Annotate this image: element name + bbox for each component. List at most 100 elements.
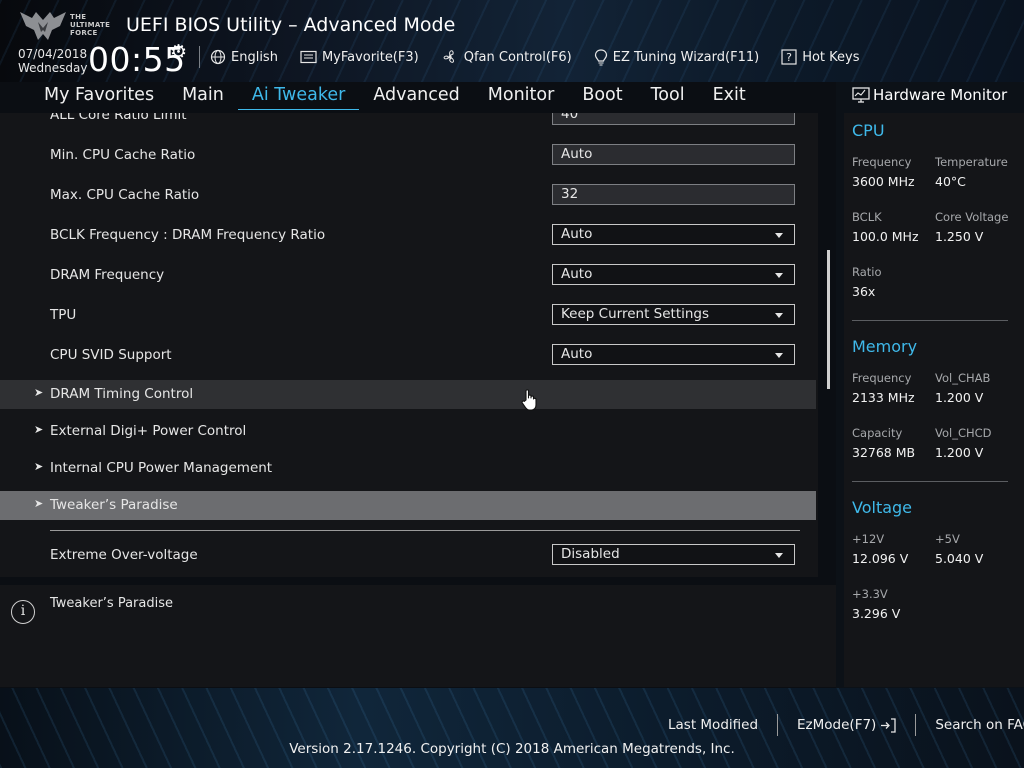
hand-cursor-icon	[519, 387, 543, 417]
submenu-internal-cpu-power-management[interactable]: ➤ Internal CPU Power Management	[0, 454, 816, 483]
exit-arrow-icon	[881, 717, 896, 733]
date-display: 07/04/2018 Wednesday	[18, 47, 87, 75]
monitor-icon	[852, 87, 870, 103]
min-cpu-cache-ratio-input[interactable]: Auto	[552, 144, 795, 165]
max-cpu-cache-ratio-input[interactable]: 32	[552, 184, 795, 205]
language-button[interactable]: English	[210, 49, 278, 65]
vol-chab-value: 1.200 V	[935, 390, 984, 405]
fan-icon	[443, 50, 454, 63]
dropdown-value: Auto	[561, 226, 593, 242]
gear-icon[interactable]: ⚙	[170, 41, 187, 63]
setting-row-dram-frequency[interactable]: DRAM Frequency Auto	[0, 261, 818, 291]
v5-value: 5.040 V	[935, 551, 984, 566]
core-voltage-value: 1.250 V	[935, 229, 984, 244]
tab-ai-tweaker[interactable]: Ai Tweaker	[237, 84, 360, 110]
ratio-label: Ratio	[852, 265, 882, 279]
tab-advanced[interactable]: Advanced	[359, 84, 473, 110]
svg-text:?: ?	[786, 51, 792, 64]
settings-panel: ALL Core Ratio Limit 40 Min. CPU Cache R…	[0, 113, 818, 577]
cpu-svid-support-dropdown[interactable]: Auto	[552, 344, 795, 365]
tab-tool[interactable]: Tool	[637, 84, 699, 110]
dram-frequency-dropdown[interactable]: Auto	[552, 264, 795, 285]
v33-label: +3.3V	[852, 587, 888, 601]
setting-row-extreme-over-voltage[interactable]: Extreme Over-voltage Disabled	[0, 541, 818, 571]
setting-label: Min. CPU Cache Ratio	[50, 147, 196, 163]
ezmode-button[interactable]: EzMode(F7)	[797, 717, 896, 733]
v12-label: +12V	[852, 532, 885, 546]
setting-row-tpu[interactable]: TPU Keep Current Settings	[0, 301, 818, 331]
tab-my-favorites[interactable]: My Favorites	[30, 84, 168, 110]
submenu-label: Internal CPU Power Management	[50, 460, 273, 476]
tab-boot[interactable]: Boot	[568, 84, 636, 110]
setting-label: DRAM Frequency	[50, 267, 165, 283]
cpu-section-title: CPU	[852, 121, 885, 140]
core-voltage-label: Core Voltage	[935, 210, 1009, 224]
setting-row-all-core-ratio-limit[interactable]: ALL Core Ratio Limit 40	[0, 113, 818, 131]
footer-divider	[915, 714, 917, 736]
tab-main[interactable]: Main	[168, 84, 238, 110]
tab-exit[interactable]: Exit	[699, 84, 760, 110]
globe-icon	[210, 49, 226, 65]
setting-row-max-cpu-cache-ratio[interactable]: Max. CPU Cache Ratio 32	[0, 181, 818, 211]
myfavorite-button[interactable]: MyFavorite(F3)	[300, 50, 419, 65]
setting-label: CPU SVID Support	[50, 347, 172, 363]
hardware-monitor-title: Hardware Monitor	[873, 86, 1008, 104]
voltage-section-title: Voltage	[852, 498, 913, 517]
help-text: Tweaker’s Paradise	[50, 596, 173, 611]
submenu-label: External Digi+ Power Control	[50, 423, 247, 439]
tuf-emblem-icon	[20, 12, 66, 40]
cpu-temperature-value: 40°C	[935, 174, 966, 189]
bclk-label: BCLK	[852, 210, 882, 224]
caret-down-icon	[775, 313, 783, 318]
setting-label: Extreme Over-voltage	[50, 547, 198, 563]
hardware-monitor-header: Hardware Monitor	[844, 84, 1024, 110]
hardware-monitor-panel: CPU Frequency Temperature 3600 MHz 40°C …	[844, 113, 1024, 687]
tpu-dropdown[interactable]: Keep Current Settings	[552, 304, 795, 325]
v12-value: 12.096 V	[852, 551, 909, 566]
setting-row-min-cpu-cache-ratio[interactable]: Min. CPU Cache Ratio Auto	[0, 141, 818, 171]
capacity-value: 32768 MB	[852, 445, 916, 460]
dropdown-value: Keep Current Settings	[561, 306, 710, 322]
monitor-divider	[852, 320, 1008, 321]
all-core-ratio-limit-input[interactable]: 40	[552, 113, 795, 125]
submenu-tweakers-paradise[interactable]: ➤ Tweaker’s Paradise	[0, 491, 816, 520]
dropdown-value: Disabled	[561, 546, 620, 562]
tuf-logo: THE ULTIMATE FORCE	[18, 8, 114, 42]
header-toolbar: English MyFavorite(F3) Qfan Control(F6) …	[210, 46, 860, 68]
cpu-frequency-value: 3600 MHz	[852, 174, 915, 189]
favorite-icon	[300, 50, 317, 64]
extreme-over-voltage-dropdown[interactable]: Disabled	[552, 544, 795, 565]
submenu-arrow-icon: ➤	[34, 460, 44, 473]
settings-scrollbar[interactable]	[827, 250, 830, 389]
submenu-external-digi-power-control[interactable]: ➤ External Digi+ Power Control	[0, 417, 816, 446]
cpu-frequency-label: Frequency	[852, 155, 912, 169]
vol-chab-label: Vol_CHAB	[935, 371, 991, 385]
tab-monitor[interactable]: Monitor	[474, 84, 569, 110]
setting-row-cpu-svid-support[interactable]: CPU SVID Support Auto	[0, 341, 818, 371]
dropdown-value: Auto	[561, 266, 593, 282]
submenu-arrow-icon: ➤	[34, 497, 44, 510]
ez-tuning-wizard-button[interactable]: EZ Tuning Wizard(F11)	[594, 48, 759, 66]
bclk-dram-ratio-dropdown[interactable]: Auto	[552, 224, 795, 245]
bclk-value: 100.0 MHz	[852, 229, 919, 244]
setting-label: BCLK Frequency : DRAM Frequency Ratio	[50, 227, 326, 243]
search-faq-button[interactable]: Search on FAQ	[935, 717, 1024, 733]
last-modified-button[interactable]: Last Modified	[668, 717, 758, 733]
section-divider	[50, 530, 800, 531]
setting-row-bclk-dram-ratio[interactable]: BCLK Frequency : DRAM Frequency Ratio Au…	[0, 221, 818, 251]
bulb-icon	[594, 48, 607, 65]
hot-keys-button[interactable]: ? Hot Keys	[781, 49, 860, 65]
v33-value: 3.296 V	[852, 606, 901, 621]
qfan-control-button[interactable]: Qfan Control(F6)	[441, 49, 572, 65]
app-title: UEFI BIOS Utility – Advanced Mode	[126, 14, 456, 36]
memory-section-title: Memory	[852, 337, 918, 356]
help-panel: i Tweaker’s Paradise	[0, 585, 836, 687]
v5-label: +5V	[935, 532, 960, 546]
caret-down-icon	[775, 273, 783, 278]
ratio-value: 36x	[852, 284, 876, 299]
version-text: Version 2.17.1246. Copyright (C) 2018 Am…	[289, 741, 735, 757]
main-tabs: My Favorites Main Ai Tweaker Advanced Mo…	[30, 84, 760, 110]
logo-text: THE ULTIMATE FORCE	[70, 13, 111, 37]
submenu-dram-timing-control[interactable]: ➤ DRAM Timing Control	[0, 380, 816, 409]
setting-label: ALL Core Ratio Limit	[50, 113, 187, 123]
